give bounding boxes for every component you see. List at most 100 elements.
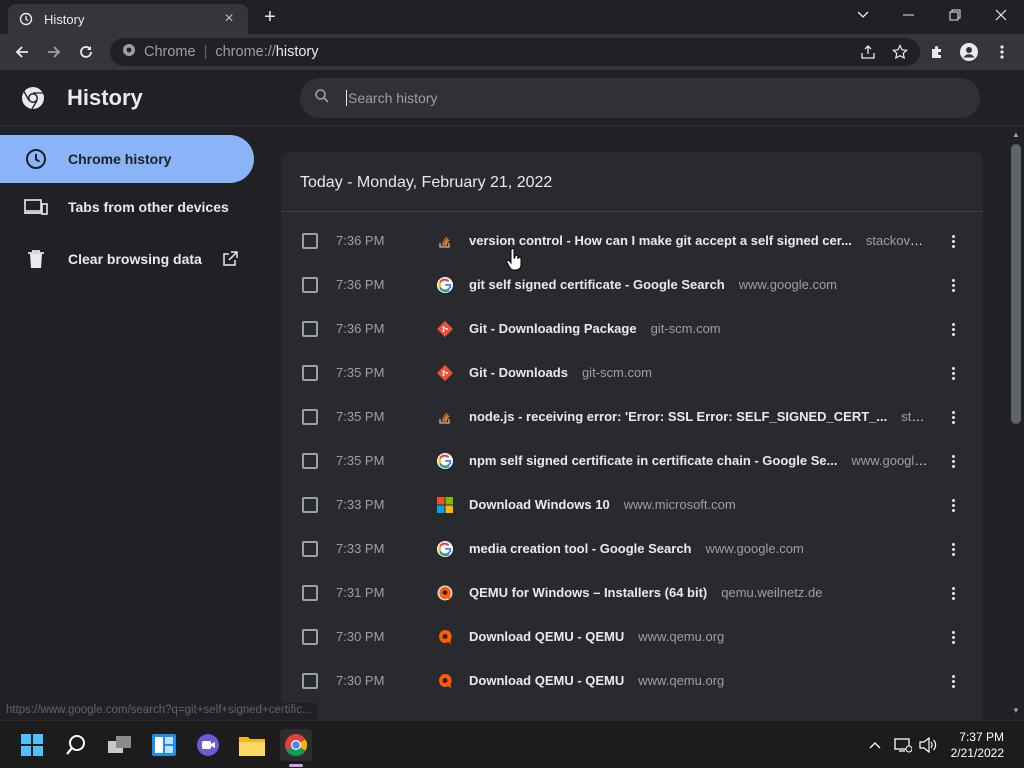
clock-icon bbox=[24, 147, 48, 171]
history-row[interactable]: 7:30 PM Download QEMU - QEMU www.qemu.org bbox=[281, 615, 983, 659]
visit-time: 7:33 PM bbox=[336, 541, 385, 556]
sidebar-item-chrome-history[interactable]: Chrome history bbox=[0, 135, 254, 183]
page-title-link[interactable]: QEMU for Windows – Installers (64 bit) bbox=[469, 585, 707, 600]
more-actions-icon[interactable] bbox=[943, 361, 963, 385]
row-checkbox[interactable] bbox=[302, 277, 318, 293]
volume-icon[interactable] bbox=[919, 736, 937, 754]
minimize-button[interactable] bbox=[886, 0, 932, 30]
sidebar-item-clear-browsing-data[interactable]: Clear browsing data bbox=[0, 235, 254, 283]
tab-close-icon[interactable]: × bbox=[220, 10, 238, 28]
widgets-icon[interactable] bbox=[148, 729, 180, 761]
scroll-down-arrow-icon[interactable]: ▼ bbox=[1012, 707, 1020, 715]
more-actions-icon[interactable] bbox=[943, 537, 963, 561]
more-actions-icon[interactable] bbox=[943, 669, 963, 693]
chrome-site-icon bbox=[122, 43, 136, 61]
bookmark-star-icon[interactable] bbox=[892, 44, 908, 64]
page-title-link[interactable]: node.js - receiving error: 'Error: SSL E… bbox=[469, 409, 887, 424]
history-row[interactable]: 7:31 PM QEMU for Windows – Installers (64… bbox=[281, 571, 983, 615]
row-checkbox[interactable] bbox=[302, 673, 318, 689]
chrome-menu-icon[interactable] bbox=[988, 38, 1016, 66]
profile-avatar-icon[interactable] bbox=[955, 38, 983, 66]
reload-icon[interactable] bbox=[72, 38, 100, 66]
more-actions-icon[interactable] bbox=[943, 405, 963, 429]
page-domain: stackoverflo... bbox=[865, 233, 929, 248]
teams-chat-icon[interactable] bbox=[192, 729, 224, 761]
google-favicon-icon bbox=[437, 453, 453, 469]
visit-time: 7:35 PM bbox=[336, 409, 385, 424]
search-input[interactable] bbox=[346, 90, 906, 106]
close-window-button[interactable] bbox=[978, 0, 1024, 30]
page-domain: www.google.c... bbox=[851, 453, 929, 468]
page-title-link[interactable]: Git - Downloads bbox=[469, 365, 568, 380]
history-row[interactable]: 7:36 PM Git - Downloading Package git-scm.… bbox=[281, 307, 983, 351]
chrome-icon[interactable] bbox=[280, 729, 312, 761]
stackoverflow-favicon-icon bbox=[437, 409, 453, 425]
more-actions-icon[interactable] bbox=[943, 581, 963, 605]
history-row[interactable]: 7:36 PM git self signed certificate - Goo… bbox=[281, 263, 983, 307]
tab-search-dropdown-icon[interactable] bbox=[840, 0, 886, 30]
page-title-link[interactable]: npm self signed certificate in certifica… bbox=[469, 453, 837, 468]
row-info: QEMU for Windows – Installers (64 bit) qe… bbox=[469, 585, 929, 600]
page-title-link[interactable]: git self signed certificate - Google Sea… bbox=[469, 277, 725, 292]
more-actions-icon[interactable] bbox=[943, 449, 963, 473]
page-title-link[interactable]: media creation tool - Google Search bbox=[469, 541, 692, 556]
search-box[interactable] bbox=[300, 78, 980, 118]
row-checkbox[interactable] bbox=[302, 321, 318, 337]
google-favicon-icon bbox=[437, 277, 453, 293]
history-row[interactable]: 7:33 PM Download Windows 10 www.microsoft.… bbox=[281, 483, 983, 527]
system-clock[interactable]: 7:37 PM 2/21/2022 bbox=[951, 729, 1004, 761]
date-heading: Today - Monday, February 21, 2022 bbox=[300, 174, 553, 191]
sidebar-item-label: Tabs from other devices bbox=[68, 199, 229, 215]
address-bar[interactable]: Chrome | chrome://history bbox=[110, 38, 920, 66]
row-checkbox[interactable] bbox=[302, 629, 318, 645]
microsoft-favicon-icon bbox=[437, 497, 453, 513]
history-row[interactable]: 7:33 PM media creation tool - Google Sear… bbox=[281, 527, 983, 571]
row-checkbox[interactable] bbox=[302, 409, 318, 425]
file-explorer-icon[interactable] bbox=[236, 729, 268, 761]
tray-chevron-icon[interactable] bbox=[866, 736, 884, 754]
history-row[interactable]: 7:35 PM node.js - receiving error: 'Error… bbox=[281, 395, 983, 439]
search-icon bbox=[314, 88, 330, 109]
row-checkbox[interactable] bbox=[302, 365, 318, 381]
page-title-link[interactable]: Download QEMU - QEMU bbox=[469, 673, 624, 688]
forward-arrow-icon[interactable] bbox=[40, 38, 68, 66]
more-actions-icon[interactable] bbox=[943, 229, 963, 253]
more-actions-icon[interactable] bbox=[943, 493, 963, 517]
row-checkbox[interactable] bbox=[302, 585, 318, 601]
row-checkbox[interactable] bbox=[302, 233, 318, 249]
more-actions-icon[interactable] bbox=[943, 317, 963, 341]
search-icon[interactable] bbox=[60, 729, 92, 761]
back-arrow-icon[interactable] bbox=[8, 38, 36, 66]
row-checkbox[interactable] bbox=[302, 497, 318, 513]
history-card: Today - Monday, February 21, 2022 7:36 P… bbox=[281, 152, 983, 732]
more-actions-icon[interactable] bbox=[943, 273, 963, 297]
extensions-puzzle-icon[interactable] bbox=[923, 38, 951, 66]
trash-icon bbox=[24, 247, 48, 271]
tab-history[interactable]: History × bbox=[8, 4, 248, 34]
history-row[interactable]: 7:35 PM Git - Downloads git-scm.com bbox=[281, 351, 983, 395]
more-actions-icon[interactable] bbox=[943, 625, 963, 649]
visit-time: 7:30 PM bbox=[336, 629, 385, 644]
page-title-link[interactable]: version control - How can I make git acc… bbox=[469, 233, 852, 248]
page-title-link[interactable]: Download Windows 10 bbox=[469, 497, 610, 512]
page-title-link[interactable]: Git - Downloading Package bbox=[469, 321, 637, 336]
row-checkbox[interactable] bbox=[302, 541, 318, 557]
history-row[interactable]: 7:36 PM version control - How can I make … bbox=[281, 219, 983, 263]
sidebar-item-tabs-from-other-devices[interactable]: Tabs from other devices bbox=[0, 183, 254, 231]
scrollbar-thumb[interactable] bbox=[1011, 144, 1021, 424]
restore-button[interactable] bbox=[932, 0, 978, 30]
sidebar-item-label: Chrome history bbox=[68, 151, 172, 167]
qemu-favicon-icon bbox=[437, 673, 453, 689]
page-title-link[interactable]: Download QEMU - QEMU bbox=[469, 629, 624, 644]
share-icon[interactable] bbox=[860, 44, 876, 64]
scroll-up-arrow-icon[interactable]: ▲ bbox=[1012, 131, 1020, 139]
page-scrollbar[interactable]: ▲ ▼ bbox=[1008, 126, 1024, 720]
network-icon[interactable] bbox=[894, 736, 912, 754]
windows-start-icon[interactable] bbox=[16, 729, 48, 761]
new-tab-button[interactable]: + bbox=[258, 6, 282, 30]
history-row[interactable]: 7:35 PM npm self signed certificate in ce… bbox=[281, 439, 983, 483]
windows-taskbar: 7:37 PM 2/21/2022 bbox=[0, 720, 1024, 768]
history-row[interactable]: 7:30 PM Download QEMU - QEMU www.qemu.org bbox=[281, 659, 983, 703]
task-view-icon[interactable] bbox=[104, 729, 136, 761]
row-checkbox[interactable] bbox=[302, 453, 318, 469]
